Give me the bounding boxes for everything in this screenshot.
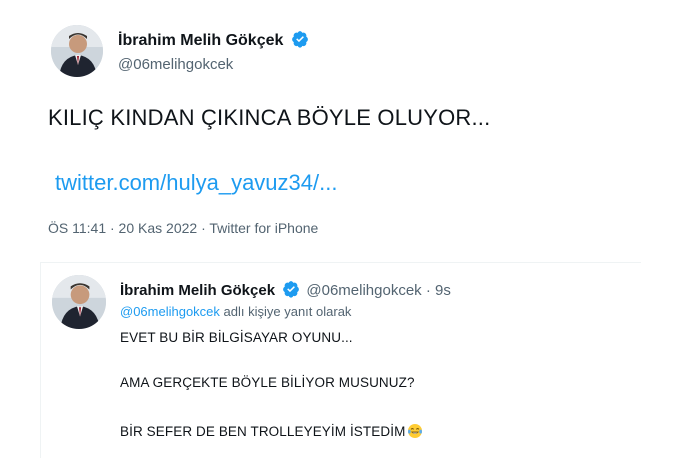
avatar-image <box>52 275 106 329</box>
tweet-meta[interactable]: ÖS 11:41 · 20 Kas 2022 · Twitter for iPh… <box>48 220 318 236</box>
laughing-tears-emoji-icon <box>407 423 423 439</box>
reply-author-name[interactable]: İbrahim Melih Gökçek <box>120 282 275 299</box>
tweet-text: KILIÇ KINDAN ÇIKINCA BÖYLE OLUYOR... <box>48 105 491 130</box>
reply-to-mention[interactable]: @06melihgokcek <box>120 304 220 319</box>
reply-text-line-3-row: BİR SEFER DE BEN TROLLEYEYİM İSTEDİM <box>120 423 423 439</box>
reply-text-line-1: EVET BU BİR BİLGİSAYAR OYUNU... <box>120 330 353 345</box>
author-name-row[interactable]: İbrahim Melih Gökçek <box>118 30 309 50</box>
reply-text-line-3: BİR SEFER DE BEN TROLLEYEYİM İSTEDİM <box>120 424 406 439</box>
reply-to-suffix: adlı kişiye yanıt olarak <box>219 304 352 319</box>
author-avatar[interactable] <box>51 25 103 77</box>
avatar-image <box>51 25 103 77</box>
reply-to-line: @06melihgokcek adlı kişiye yanıt olarak <box>120 304 351 319</box>
verified-badge-icon <box>282 280 300 298</box>
reply-handle-time[interactable]: @06melihgokcek · 9s <box>306 282 450 299</box>
reply-text-line-2: AMA GERÇEKTE BÖYLE BİLİYOR MUSUNUZ? <box>120 375 415 390</box>
author-name[interactable]: İbrahim Melih Gökçek <box>118 32 283 49</box>
tweet-link[interactable]: twitter.com/hulya_yavuz34/... <box>55 170 337 196</box>
author-handle[interactable]: @06melihgokcek <box>118 56 233 73</box>
verified-badge-icon <box>291 30 309 48</box>
reply-author-avatar[interactable] <box>52 275 106 329</box>
reply-header: İbrahim Melih Gökçek @06melihgokcek · 9s <box>120 280 451 299</box>
